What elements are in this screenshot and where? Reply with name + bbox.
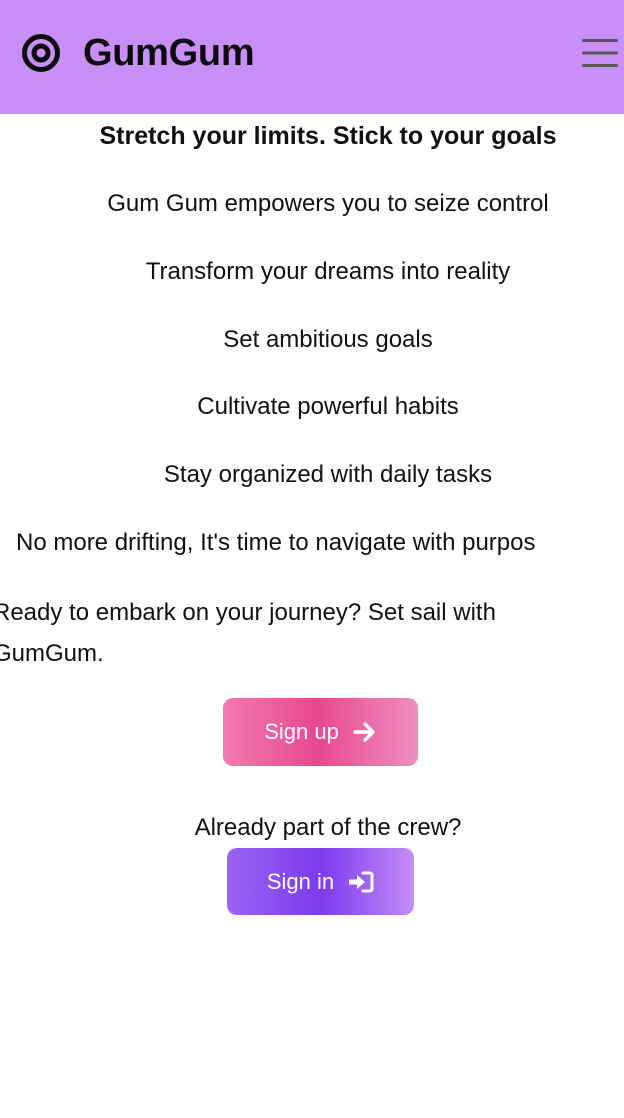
already-member-text: Already part of the crew?	[194, 814, 462, 841]
sign-up-button[interactable]: Sign up	[223, 698, 418, 766]
app-title: GumGum	[83, 32, 255, 74]
headline: Stretch your limits. Stick to your goals	[99, 122, 557, 150]
tagline-line: No more drifting, It's time to navigate …	[16, 529, 536, 556]
ready-text: Ready to embark on your journey? Set sai…	[0, 599, 496, 667]
tagline-line: Set ambitious goals	[223, 326, 433, 353]
tagline-line: Stay organized with daily tasks	[163, 461, 493, 488]
tagline-line: Cultivate powerful habits	[197, 393, 459, 420]
arrow-right-icon	[353, 722, 375, 742]
sign-in-button[interactable]: Sign in	[227, 848, 414, 915]
target-icon	[22, 34, 60, 72]
sign-up-label: Sign up	[264, 719, 339, 744]
hamburger-menu-icon[interactable]	[582, 37, 618, 69]
app-header: GumGum	[0, 0, 624, 114]
sign-in-label: Sign in	[266, 868, 335, 894]
tagline-line: Gum Gum empowers you to seize control	[107, 190, 549, 217]
sign-in-icon	[349, 871, 374, 892]
tagline-line: Transform your dreams into reality	[145, 258, 511, 285]
